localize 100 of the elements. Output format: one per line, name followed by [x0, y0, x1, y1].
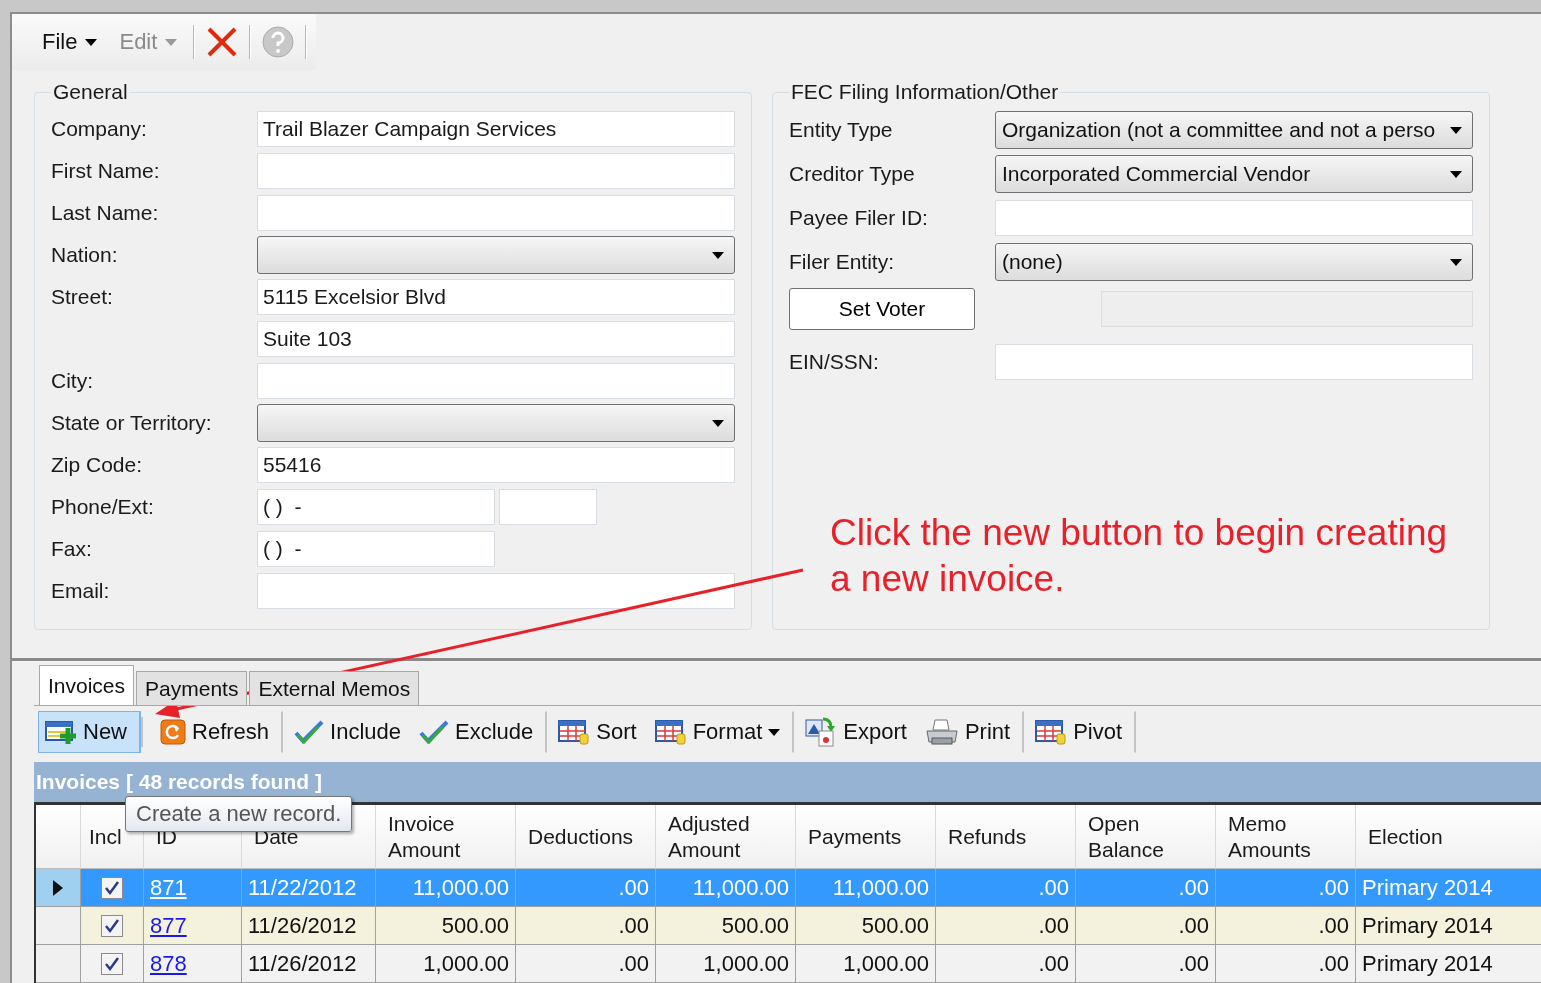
field-label: Phone/Ext: [51, 495, 155, 519]
grid-corner [36, 805, 81, 869]
checkbox[interactable] [101, 876, 123, 899]
table-cell: Primary 2014 [1356, 869, 1541, 907]
text-field[interactable]: ( ) - [257, 531, 495, 567]
table-cell: 11/22/2012 [242, 869, 376, 907]
table-cell: Primary 2014 [1356, 907, 1541, 945]
text-field[interactable]: Trail Blazer Campaign Services [257, 111, 735, 147]
refresh-icon [160, 719, 186, 745]
column-header[interactable]: Adjusted Amount [656, 805, 796, 869]
table-icon [1035, 719, 1068, 745]
text-field[interactable]: 5115 Excelsior Blvd [257, 279, 735, 315]
table-cell: 500.00 [656, 907, 796, 945]
table-cell: .00 [1216, 945, 1356, 983]
field-label: Nation: [51, 243, 119, 267]
column-header[interactable]: Open Balance [1076, 805, 1216, 869]
field-label: State or Territory: [51, 411, 213, 435]
toolbar-button[interactable]: Export [798, 711, 914, 753]
table-cell: 11/26/2012 [242, 945, 376, 983]
dropdown[interactable]: (none) [995, 243, 1473, 281]
extension-field[interactable] [499, 489, 597, 525]
caret-icon [712, 251, 724, 259]
dropdown[interactable] [257, 404, 735, 442]
checkbox[interactable] [101, 952, 123, 975]
column-header[interactable]: Invoice Amount [376, 805, 516, 869]
current-row-icon [53, 879, 63, 896]
text-field[interactable] [257, 153, 735, 189]
table-cell: .00 [936, 945, 1076, 983]
dropdown[interactable]: Incorporated Commercial Vendor [995, 155, 1473, 193]
field-label: Email: [51, 579, 111, 603]
column-header[interactable]: Payments [796, 805, 936, 869]
table-cell: .00 [1216, 869, 1356, 907]
group-title: General [52, 80, 129, 104]
table-cell: 11/26/2012 [242, 907, 376, 945]
checkbox[interactable] [101, 914, 123, 937]
table-cell: 11,000.00 [376, 869, 516, 907]
tooltip: Create a new record. [125, 796, 353, 832]
toolbar-button[interactable]: New [38, 711, 141, 753]
toolbar-button[interactable]: Print [917, 711, 1025, 753]
table-cell: .00 [1076, 945, 1216, 983]
text-field[interactable] [995, 344, 1473, 380]
table-cell: 500.00 [376, 907, 516, 945]
caret-icon [1450, 126, 1462, 134]
table-cell: 1,000.00 [656, 945, 796, 983]
caret-icon [85, 38, 98, 46]
id-link[interactable]: 878 [144, 945, 242, 983]
text-field[interactable] [257, 363, 735, 399]
check-icon [419, 719, 449, 745]
printer-icon [924, 718, 959, 746]
id-link[interactable]: 877 [144, 907, 242, 945]
table-cell: .00 [1216, 907, 1356, 945]
field-label: Fax: [51, 537, 93, 561]
table-cell: .00 [1076, 869, 1216, 907]
set-voter-button[interactable]: Set Voter [789, 288, 975, 330]
column-header[interactable]: Memo Amounts [1216, 805, 1356, 869]
field-label: Company: [51, 117, 148, 141]
grid-title: Invoices [ 48 records found ] [34, 762, 1541, 802]
table-cell: 11,000.00 [656, 869, 796, 907]
column-header[interactable]: Deductions [516, 805, 656, 869]
text-field[interactable]: 55416 [257, 447, 735, 483]
table-cell: 1,000.00 [376, 945, 516, 983]
toolbar-button[interactable]: Pivot [1028, 711, 1137, 753]
table-cell: .00 [516, 869, 656, 907]
field-label: Filer Entity: [789, 250, 896, 274]
tab[interactable]: External Memos [249, 671, 420, 705]
caret-icon [165, 38, 178, 46]
caret-icon [1450, 258, 1462, 266]
table-cell: .00 [516, 907, 656, 945]
toolbar-button[interactable]: Format [647, 711, 795, 753]
group-title: FEC Filing Information/Other [790, 80, 1060, 104]
tab[interactable]: Payments [136, 671, 248, 705]
field-label: Creditor Type [789, 162, 916, 186]
table-cell: 1,000.00 [796, 945, 936, 983]
column-header[interactable]: Refunds [936, 805, 1076, 869]
text-field[interactable]: Suite 103 [257, 321, 735, 357]
tab[interactable]: Invoices [39, 665, 135, 705]
text-field[interactable] [257, 573, 735, 609]
caret-icon [1450, 170, 1462, 178]
table-cell: .00 [936, 907, 1076, 945]
menu-button[interactable]: File [36, 25, 104, 59]
export-icon [805, 717, 838, 747]
field-label: First Name: [51, 159, 161, 183]
field-label: Entity Type [789, 118, 894, 142]
check-icon [294, 719, 325, 745]
text-field[interactable] [995, 200, 1473, 236]
toolbar-button[interactable]: Include [287, 711, 408, 753]
text-field[interactable]: ( ) - [257, 489, 495, 525]
toolbar-button[interactable]: Exclude [412, 711, 548, 753]
row-header[interactable] [36, 869, 81, 907]
table-cell: .00 [936, 869, 1076, 907]
field-label: Payee Filer ID: [789, 206, 929, 230]
dropdown[interactable] [257, 236, 735, 274]
field-label: Zip Code: [51, 453, 144, 477]
dropdown[interactable]: Organization (not a committee and not a perso [995, 111, 1473, 149]
field-label: Street: [51, 285, 114, 309]
field-label: Last Name: [51, 201, 160, 225]
table-cell: Primary 2014 [1356, 945, 1541, 983]
text-field[interactable] [257, 195, 735, 231]
toolbar-button[interactable]: Sort [551, 711, 644, 753]
table-cell: .00 [1076, 907, 1216, 945]
